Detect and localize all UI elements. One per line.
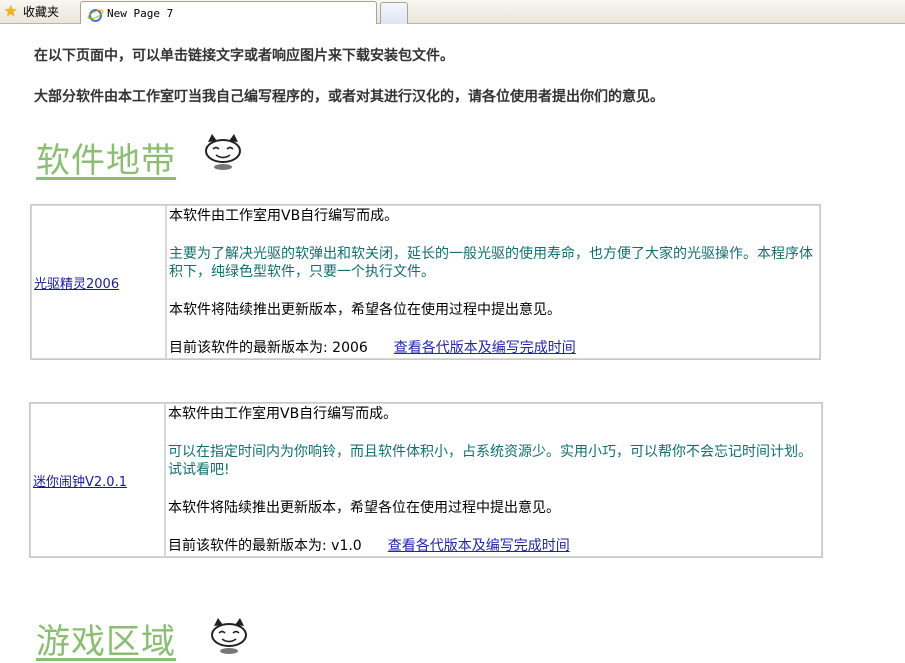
software-name-cell: 光驱精灵2006: [31, 205, 166, 359]
version-history-link[interactable]: 查看各代版本及编写完成时间: [394, 340, 576, 356]
version-history-link[interactable]: 查看各代版本及编写完成时间: [388, 538, 570, 554]
software-name-cell: 迷你闹钟V2.0.1: [30, 403, 165, 557]
favorites-button[interactable]: ★ 收藏夹: [0, 0, 77, 23]
tab-title: New Page 7: [107, 6, 174, 20]
intro-line-2: 大部分软件由本工作室叮当我自己编写程序的，或者对其进行汉化的，请各位使用者提出你…: [34, 89, 664, 105]
section-title-games: 游戏区域: [36, 622, 176, 662]
software-version-text: 目前该软件的最新版本为: v1.0: [168, 538, 362, 554]
software-update-note: 本软件将陆续推出更新版本，希望各位在使用过程中提出意见。: [168, 500, 560, 516]
new-tab-button[interactable]: [380, 2, 408, 24]
software-description-text: 可以在指定时间内为你响铃，而且软件体积小，占系统资源少。实用小巧，可以帮你不会忘…: [168, 444, 812, 478]
software-version-row: 目前该软件的最新版本为: v1.0 查看各代版本及编写完成时间: [166, 537, 821, 555]
star-icon: ★: [4, 2, 18, 20]
favorites-label: 收藏夹: [23, 5, 60, 19]
software-description-cell: 本软件由工作室用VB自行编写而成。 主要为了解决光驱的软弹出和软关闭，延长的一般…: [166, 205, 820, 359]
intro-line-1: 在以下页面中，可以单击链接文字或者响应图片来下载安装包文件。: [34, 48, 454, 64]
software-version-text: 目前该软件的最新版本为: 2006: [169, 340, 368, 356]
software-origin-text: 本软件由工作室用VB自行编写而成。: [168, 406, 398, 422]
software-download-link[interactable]: 光驱精灵2006: [34, 277, 119, 292]
software-version-row: 目前该软件的最新版本为: 2006 查看各代版本及编写完成时间: [167, 339, 819, 357]
cat-mascot-icon: [211, 618, 247, 654]
cat-mascot-icon: [205, 134, 241, 170]
software-origin-text: 本软件由工作室用VB自行编写而成。: [169, 208, 399, 224]
software-description-cell: 本软件由工作室用VB自行编写而成。 可以在指定时间内为你响铃，而且软件体积小，占…: [165, 403, 822, 557]
software-table-1: 光驱精灵2006 本软件由工作室用VB自行编写而成。 主要为了解决光驱的软弹出和…: [30, 204, 821, 360]
tab-new-page-7[interactable]: New Page 7: [80, 1, 377, 24]
ie-page-icon: [87, 6, 102, 22]
software-table-2: 迷你闹钟V2.0.1 本软件由工作室用VB自行编写而成。 可以在指定时间内为你响…: [29, 402, 823, 558]
software-description-text: 主要为了解决光驱的软弹出和软关闭，延长的一般光驱的使用寿命，也方便了大家的光驱操…: [169, 246, 813, 280]
section-title-software: 软件地带: [36, 141, 176, 181]
browser-tab-strip: ★ 收藏夹 New Page 7: [0, 0, 905, 24]
software-download-link[interactable]: 迷你闹钟V2.0.1: [33, 475, 127, 490]
software-update-note: 本软件将陆续推出更新版本，希望各位在使用过程中提出意见。: [169, 302, 561, 318]
